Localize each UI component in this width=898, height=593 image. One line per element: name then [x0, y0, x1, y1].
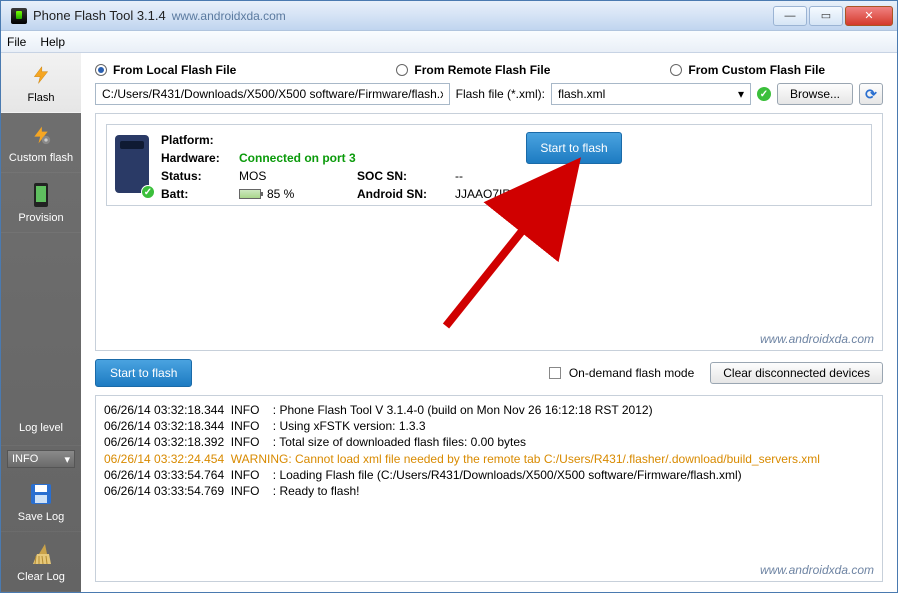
browse-button[interactable]: Browse... — [777, 83, 853, 105]
sidebar-item-clear-log[interactable]: Clear Log — [1, 532, 81, 592]
bolt-icon — [28, 62, 54, 88]
window-title: Phone Flash Tool 3.1.4 — [33, 8, 166, 23]
log-line: 06/26/14 03:33:54.769 INFO : Ready to fl… — [104, 483, 874, 499]
phone-icon — [28, 182, 54, 208]
check-icon: ✓ — [141, 185, 155, 199]
phone-icon — [115, 135, 149, 193]
batt-value: 85 % — [239, 187, 349, 201]
radio-icon — [396, 64, 408, 76]
batt-key: Batt: — [161, 187, 231, 201]
sidebar-item-label: Clear Log — [17, 571, 65, 583]
start-flash-button-bottom[interactable]: Start to flash — [95, 359, 192, 387]
log-line: 06/26/14 03:32:18.344 INFO : Using xFSTK… — [104, 418, 874, 434]
menu-file[interactable]: File — [7, 35, 26, 49]
clear-disconnected-button[interactable]: Clear disconnected devices — [710, 362, 883, 384]
menu-help[interactable]: Help — [40, 35, 65, 49]
log-line: 06/26/14 03:32:24.454 WARNING: Cannot lo… — [104, 451, 874, 467]
log-level-label: Log level — [19, 422, 63, 434]
sidebar-item-label: Save Log — [18, 511, 64, 523]
start-flash-button[interactable]: Start to flash — [526, 132, 622, 164]
log-panel: 06/26/14 03:32:18.344 INFO : Phone Flash… — [95, 395, 883, 582]
status-key: Status: — [161, 169, 231, 183]
log-level-select[interactable]: INFO ▾ — [7, 450, 75, 468]
sidebar-item-provision[interactable]: Provision — [1, 173, 81, 233]
socsn-key: SOC SN: — [357, 169, 447, 183]
combo-value: flash.xml — [558, 87, 605, 101]
androidsn-value: JJAAO7IR8DLJKFOR — [455, 187, 585, 201]
floppy-icon — [28, 481, 54, 507]
platform-key: Platform: — [161, 133, 231, 147]
device-panel: ✓ Platform: Hardware: Connected on port … — [95, 113, 883, 351]
sidebar-item-flash[interactable]: Flash — [1, 53, 81, 113]
check-icon: ✓ — [757, 87, 771, 101]
path-row: Flash file (*.xml): flash.xml ▾ ✓ Browse… — [81, 83, 897, 113]
ondemand-label: On-demand flash mode — [569, 366, 694, 380]
ondemand-checkbox[interactable] — [549, 367, 561, 379]
flash-file-combo[interactable]: flash.xml ▾ — [551, 83, 751, 105]
device-grid: Platform: Hardware: Connected on port 3 … — [161, 133, 585, 201]
filter-label: Flash file (*.xml): — [456, 87, 545, 101]
action-row: Start to flash On-demand flash mode Clea… — [81, 351, 897, 395]
watermark: www.androidxda.com — [760, 563, 874, 577]
close-button[interactable]: ✕ — [845, 6, 893, 26]
radio-label: From Remote Flash File — [414, 63, 550, 77]
broom-icon — [28, 541, 54, 567]
radio-icon — [95, 64, 107, 76]
sidebar-item-custom-flash[interactable]: Custom flash — [1, 113, 81, 173]
socsn-value: -- — [455, 169, 585, 183]
window-controls: — ▭ ✕ — [773, 6, 893, 26]
radio-custom-flash[interactable]: From Custom Flash File — [670, 63, 825, 77]
sidebar-item-save-log[interactable]: Save Log — [1, 472, 81, 532]
radio-label: From Custom Flash File — [688, 63, 825, 77]
sidebar-item-label: Custom flash — [9, 152, 73, 164]
menubar: File Help — [1, 31, 897, 53]
device-card: ✓ Platform: Hardware: Connected on port … — [106, 124, 872, 206]
sidebar-item-label: Flash — [28, 92, 55, 104]
chevron-down-icon: ▾ — [738, 87, 744, 101]
bolt-gear-icon — [28, 122, 54, 148]
refresh-icon: ⟳ — [865, 86, 877, 103]
log-level-select-wrap: INFO ▾ — [1, 446, 81, 472]
watermark: www.androidxda.com — [760, 332, 874, 346]
androidsn-key: Android SN: — [357, 187, 447, 201]
maximize-button[interactable]: ▭ — [809, 6, 843, 26]
battery-icon — [239, 189, 261, 199]
titlebar: Phone Flash Tool 3.1.4 www.androidxda.co… — [1, 1, 897, 31]
app-window: Phone Flash Tool 3.1.4 www.androidxda.co… — [0, 0, 898, 593]
sidebar-item-label: Provision — [18, 212, 63, 224]
minimize-button[interactable]: — — [773, 6, 807, 26]
sidebar-log-level-label: Log level — [1, 410, 81, 446]
window-subtitle: www.androidxda.com — [172, 9, 286, 23]
refresh-button[interactable]: ⟳ — [859, 83, 883, 105]
status-value: MOS — [239, 169, 349, 183]
radio-icon — [670, 64, 682, 76]
hardware-key: Hardware: — [161, 151, 231, 165]
device-thumb: ✓ — [115, 133, 149, 193]
radio-local-flash[interactable]: From Local Flash File — [95, 63, 236, 77]
chevron-down-icon: ▾ — [64, 453, 70, 466]
app-icon — [11, 8, 27, 24]
flash-file-path-input[interactable] — [95, 83, 450, 105]
sidebar: Flash Custom flash Provision Log level — [1, 53, 81, 592]
source-row: From Local Flash File From Remote Flash … — [81, 53, 897, 83]
log-line: 06/26/14 03:32:18.392 INFO : Total size … — [104, 434, 874, 450]
log-line: 06/26/14 03:33:54.764 INFO : Loading Fla… — [104, 467, 874, 483]
radio-remote-flash[interactable]: From Remote Flash File — [396, 63, 550, 77]
log-level-value: INFO — [12, 453, 38, 465]
radio-label: From Local Flash File — [113, 63, 236, 77]
main-panel: From Local Flash File From Remote Flash … — [81, 53, 897, 592]
log-line: 06/26/14 03:32:18.344 INFO : Phone Flash… — [104, 402, 874, 418]
